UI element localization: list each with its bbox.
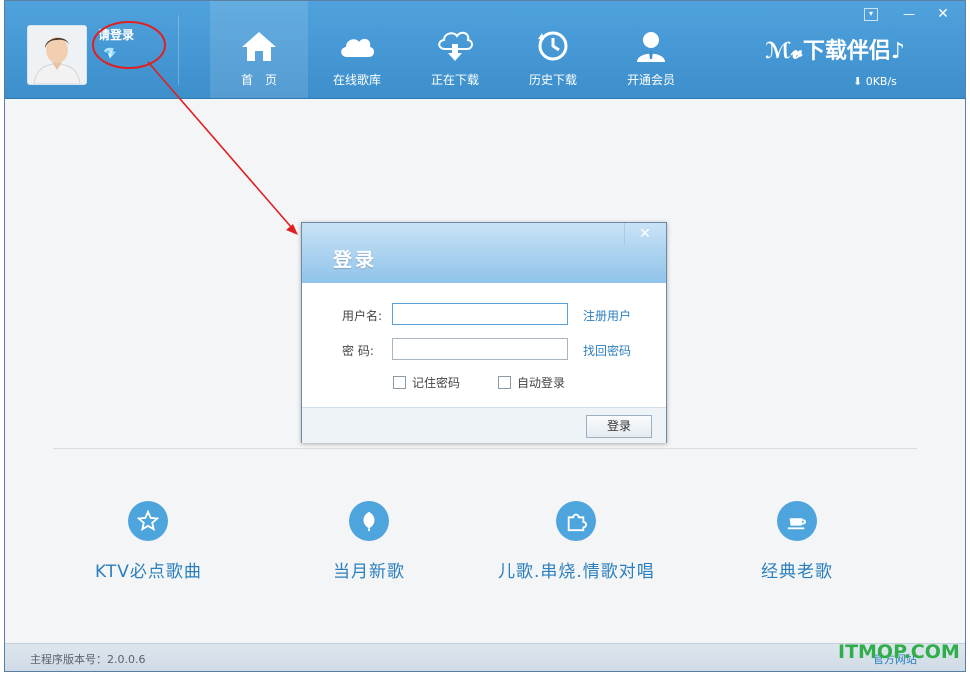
- minimize-icon[interactable]: —: [898, 5, 920, 23]
- username-label: 用户名:: [342, 309, 383, 323]
- history-icon: [538, 31, 568, 61]
- register-link[interactable]: 注册用户: [583, 307, 631, 324]
- cloud-icon: [341, 38, 375, 57]
- login-submit-button[interactable]: 登录: [586, 415, 652, 438]
- diamond-icon: 💎: [103, 47, 117, 60]
- menu-icon[interactable]: ▾: [864, 8, 878, 21]
- speed-arrow-icon: ⬇: [853, 75, 863, 88]
- nav-history-label: 历史下载: [528, 73, 577, 87]
- dialog-footer: 登录: [302, 407, 666, 443]
- login-dialog: 登录 ✕ 用户名: 注册用户 密 码: 找回密码 记住密码 自动登录 登录: [301, 222, 667, 443]
- category-classics[interactable]: 经典老歌: [761, 501, 833, 582]
- close-icon[interactable]: ✕: [932, 5, 954, 23]
- password-label: 密 码:: [342, 344, 374, 358]
- dialog-title: 登录: [333, 249, 378, 271]
- speed-value: 0KB/s: [865, 75, 897, 88]
- leaf-icon: [349, 501, 389, 541]
- main-nav: 首 页 在线歌库 正在下载 历史下载 开通会员: [210, 1, 700, 98]
- nav-membership[interactable]: 开通会员: [602, 1, 700, 98]
- auto-login-label: 自动登录: [517, 376, 566, 390]
- coffee-cup-icon: [777, 501, 817, 541]
- category-classics-label: 经典老歌: [761, 562, 833, 582]
- dialog-close-icon[interactable]: ✕: [624, 223, 665, 245]
- status-bar: 主程序版本号：2.0.0.6 官方网站: [5, 643, 965, 671]
- dialog-header: 登录 ✕: [302, 223, 666, 283]
- download-cloud-icon: [438, 31, 473, 61]
- category-new-songs-label: 当月新歌: [333, 562, 405, 582]
- remember-password-checkbox[interactable]: 记住密码: [393, 374, 460, 391]
- nav-home-label: 首 页: [240, 73, 277, 87]
- user-avatar-icon: [28, 26, 86, 84]
- header-bar: 请登录 💎 首 页 在线歌库 正在下载 历史下载 开通会员 ℳ𝓿下载伴侣♪ ⬇ …: [5, 1, 965, 99]
- content-divider: [53, 448, 917, 449]
- nav-downloading-label: 正在下载: [430, 73, 479, 87]
- password-field[interactable]: [392, 338, 568, 360]
- nav-history[interactable]: 历史下载: [504, 1, 602, 98]
- star-icon: [128, 501, 169, 541]
- version-text: 主程序版本号：2.0.0.6: [30, 653, 146, 666]
- home-icon: [242, 32, 276, 61]
- member-icon: [637, 32, 665, 62]
- watermark-text: ITMOP.COM: [838, 641, 960, 663]
- category-kids-medley-label: 儿歌.串烧.情歌对唱: [498, 562, 655, 582]
- checkbox-box: [498, 376, 511, 389]
- category-new-songs[interactable]: 当月新歌: [333, 501, 405, 582]
- recover-password-link[interactable]: 找回密码: [583, 342, 631, 359]
- nav-online-library-label: 在线歌库: [332, 73, 381, 87]
- category-kids-medley[interactable]: 儿歌.串烧.情歌对唱: [498, 501, 655, 582]
- nav-downloading[interactable]: 正在下载: [406, 1, 504, 98]
- download-speed: ⬇ 0KB/s: [853, 75, 897, 88]
- checkbox-box: [393, 376, 406, 389]
- avatar[interactable]: [27, 25, 87, 85]
- category-row: KTV必点歌曲 当月新歌 儿歌.串烧.情歌对唱 经典老歌: [53, 501, 917, 591]
- nav-home[interactable]: 首 页: [210, 1, 308, 98]
- username-field[interactable]: [392, 303, 568, 325]
- remember-password-label: 记住密码: [412, 376, 461, 390]
- category-ktv[interactable]: KTV必点歌曲: [95, 501, 202, 582]
- auto-login-checkbox[interactable]: 自动登录: [498, 374, 565, 391]
- nav-online-library[interactable]: 在线歌库: [308, 1, 406, 98]
- puzzle-icon: [556, 501, 597, 541]
- login-link[interactable]: 请登录: [98, 26, 134, 43]
- category-ktv-label: KTV必点歌曲: [95, 562, 202, 582]
- header-divider: [178, 15, 179, 85]
- nav-membership-label: 开通会员: [626, 73, 675, 87]
- app-logo: ℳ𝓿下载伴侣♪: [765, 39, 905, 64]
